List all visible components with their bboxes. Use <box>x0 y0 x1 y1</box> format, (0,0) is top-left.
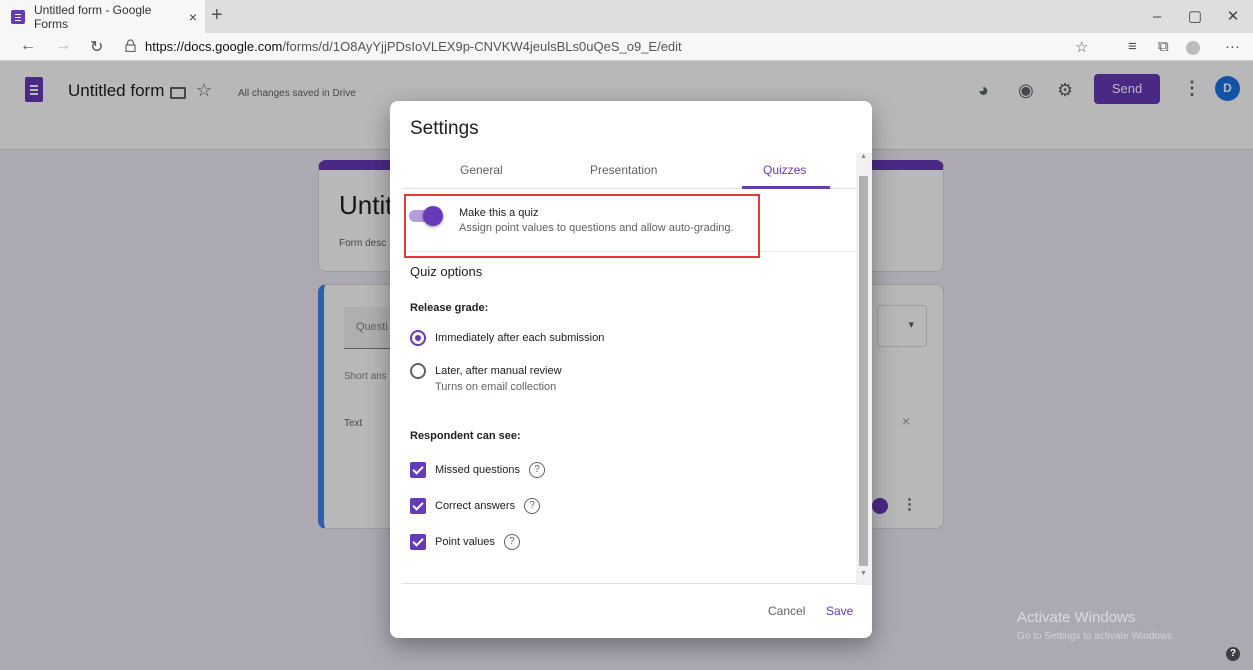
minimize-icon[interactable]: – <box>1138 0 1176 33</box>
dialog-footer-divider <box>402 583 858 584</box>
active-tab-indicator <box>742 186 830 189</box>
tab-quizzes[interactable]: Quizzes <box>763 163 806 177</box>
url-host: https://docs.google.com <box>145 39 283 54</box>
favorite-star-icon[interactable]: ☆ <box>1075 38 1088 56</box>
google-forms-favicon-icon <box>11 9 25 24</box>
close-tab-icon[interactable]: × <box>181 9 205 25</box>
missed-questions-checkbox[interactable] <box>410 462 426 478</box>
radio-later-sublabel: Turns on email collection <box>435 381 557 393</box>
help-icon[interactable]: ? <box>524 498 541 514</box>
quiz-options-heading: Quiz options <box>410 264 483 279</box>
radio-later[interactable] <box>410 363 426 379</box>
annotation-highlight-box <box>404 194 760 258</box>
new-tab-icon[interactable]: + <box>211 4 223 27</box>
correct-answers-checkbox[interactable] <box>410 498 426 514</box>
refresh-icon[interactable]: ↻ <box>90 37 103 57</box>
release-grade-heading: Release grade: <box>410 302 489 314</box>
dialog-scroll-thumb[interactable] <box>859 176 868 566</box>
activate-windows-title: Activate Windows <box>1017 609 1136 626</box>
missed-questions-option[interactable]: Missed questions ? <box>410 462 545 478</box>
correct-answers-option[interactable]: Correct answers ? <box>410 498 541 514</box>
radio-immediately[interactable] <box>410 330 426 346</box>
more-icon[interactable]: ··· <box>1225 38 1240 55</box>
url-path: /forms/d/1O8AyYjjPDsIoVLEX9p-CNVKW4jeuls… <box>282 39 682 54</box>
release-immediately-option[interactable]: Immediately after each submission <box>410 330 604 346</box>
help-icon[interactable]: ? <box>503 534 520 550</box>
save-button[interactable]: Save <box>826 604 853 618</box>
point-values-option[interactable]: Point values ? <box>410 534 520 550</box>
point-values-label: Point values <box>435 536 495 548</box>
browser-tab-bar: Untitled form - Google Forms × + – ▢ ✕ <box>0 0 1253 33</box>
lock-icon <box>125 39 136 52</box>
missed-questions-label: Missed questions <box>435 464 520 476</box>
help-icon[interactable]: ? <box>529 462 545 478</box>
browser-tab-title: Untitled form - Google Forms <box>34 2 152 31</box>
dialog-title: Settings <box>410 118 479 139</box>
scroll-up-icon[interactable]: ▲ <box>860 153 867 160</box>
browser-tab[interactable]: Untitled form - Google Forms × <box>0 0 205 33</box>
radio-later-label: Later, after manual review <box>435 365 562 377</box>
help-question-icon[interactable]: ? <box>1226 647 1240 661</box>
url-field[interactable]: https://docs.google.com/forms/d/1O8AyYjj… <box>145 39 682 54</box>
close-window-icon[interactable]: ✕ <box>1214 0 1252 33</box>
tab-presentation[interactable]: Presentation <box>590 163 657 177</box>
settings-dialog: Settings General Presentation Quizzes Ma… <box>390 101 872 638</box>
release-later-option[interactable]: Later, after manual review <box>410 363 562 379</box>
settings-tabs: General Presentation Quizzes <box>402 153 858 189</box>
maximize-icon[interactable]: ▢ <box>1176 0 1214 33</box>
point-values-checkbox[interactable] <box>410 534 426 550</box>
respondent-see-heading: Respondent can see: <box>410 430 521 442</box>
favorites-bar-icon[interactable]: ≡ <box>1128 38 1137 55</box>
correct-answers-label: Correct answers <box>435 500 516 512</box>
profile-icon[interactable] <box>1186 41 1200 55</box>
activate-windows-subtitle: Go to Settings to activate Windows. <box>1017 631 1175 642</box>
scroll-down-icon[interactable]: ▼ <box>860 570 867 577</box>
radio-immediately-label: Immediately after each submission <box>435 332 605 344</box>
collections-icon[interactable]: ⧉ <box>1158 38 1169 55</box>
back-icon[interactable]: ← <box>20 37 36 55</box>
tab-general[interactable]: General <box>460 163 503 177</box>
cancel-button[interactable]: Cancel <box>768 604 805 618</box>
address-bar: ← → ↻ https://docs.google.com/forms/d/1O… <box>0 33 1253 61</box>
forward-icon[interactable]: → <box>55 37 71 55</box>
